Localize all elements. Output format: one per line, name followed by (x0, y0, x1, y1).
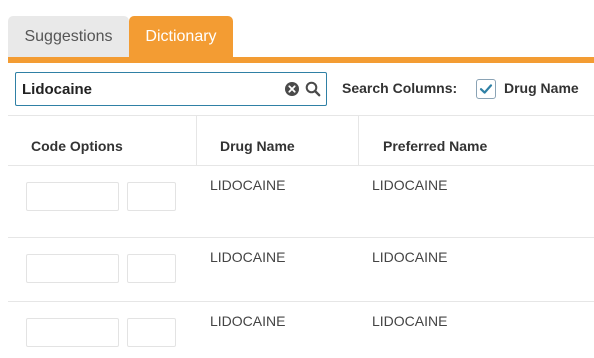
search-input[interactable] (22, 73, 272, 105)
drug-name-checkbox[interactable] (476, 79, 496, 99)
code-option-input[interactable] (127, 254, 176, 283)
tab-suggestions[interactable]: Suggestions (8, 16, 129, 57)
clear-icon[interactable] (285, 82, 299, 96)
row-divider (8, 237, 594, 238)
search-box (15, 72, 327, 106)
preferred-name-cell: LIDOCAINE (372, 249, 448, 265)
drug-name-cell: LIDOCAINE (210, 249, 286, 265)
code-option-input[interactable] (127, 318, 176, 347)
tab-bar: Suggestions Dictionary (0, 0, 594, 64)
search-icon[interactable] (305, 81, 321, 97)
checkmark-icon (479, 84, 493, 94)
code-option-input[interactable] (127, 182, 176, 211)
tab-underline (8, 57, 594, 63)
table-top-border (8, 115, 594, 116)
drug-name-cell: LIDOCAINE (210, 313, 286, 329)
code-option-input[interactable] (26, 182, 119, 211)
column-header-code-options[interactable]: Code Options (31, 138, 123, 154)
column-divider (196, 116, 197, 165)
column-divider (358, 116, 359, 165)
preferred-name-cell: LIDOCAINE (372, 177, 448, 193)
column-header-drug-name[interactable]: Drug Name (220, 138, 295, 154)
header-bottom-border (8, 165, 594, 166)
tab-dictionary[interactable]: Dictionary (129, 16, 233, 57)
preferred-name-cell: LIDOCAINE (372, 313, 448, 329)
search-columns-label: Search Columns: (342, 80, 458, 96)
row-divider (8, 301, 594, 302)
code-option-input[interactable] (26, 254, 119, 283)
drug-name-checkbox-label[interactable]: Drug Name (504, 80, 579, 96)
column-header-preferred-name[interactable]: Preferred Name (383, 138, 487, 154)
drug-name-cell: LIDOCAINE (210, 177, 286, 193)
code-option-input[interactable] (26, 318, 119, 347)
